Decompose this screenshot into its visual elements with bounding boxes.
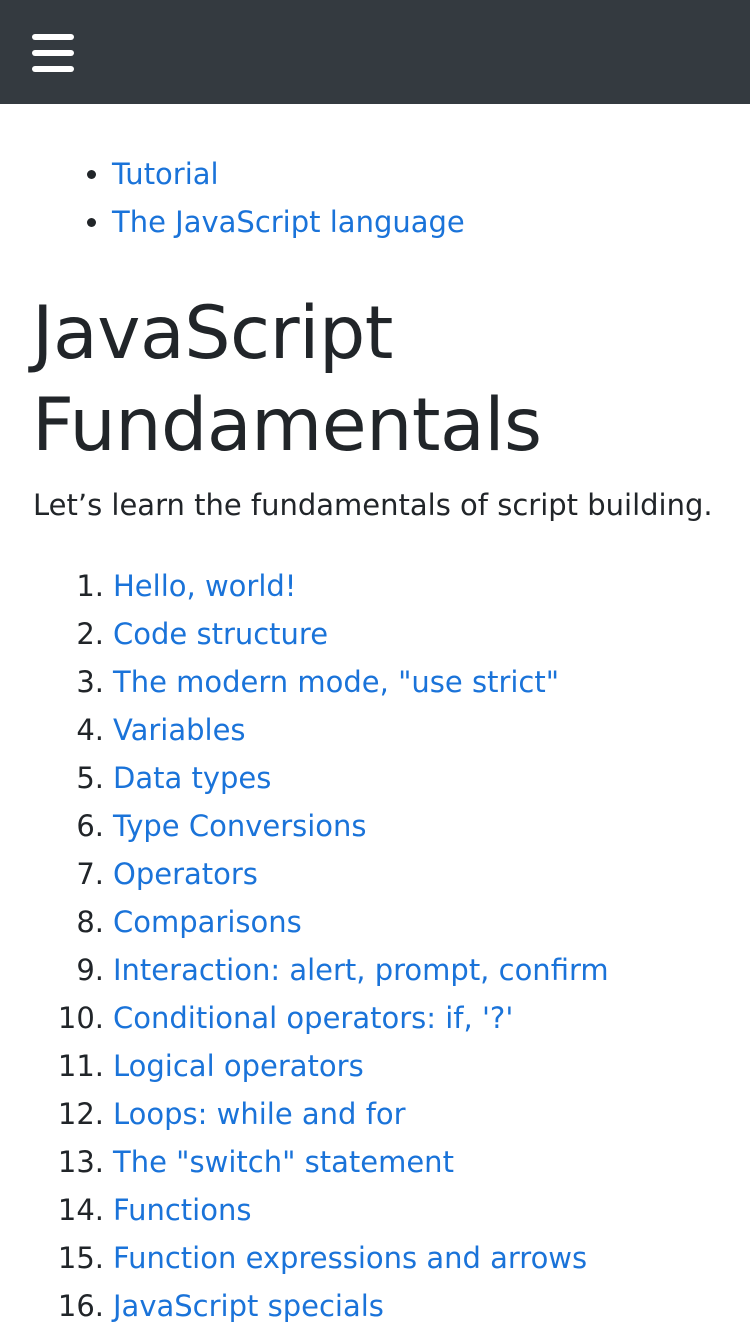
chapter-link[interactable]: Conditional operators: if, '?' [113, 997, 513, 1039]
list-number: 1. [76, 569, 104, 603]
menu-bar-line [32, 50, 74, 56]
list-number: 2. [76, 617, 104, 651]
list-number: 11. [57, 1049, 104, 1083]
breadcrumb-link-tutorial[interactable]: Tutorial [112, 157, 219, 191]
list-number: 7. [76, 857, 104, 891]
chapter-link[interactable]: The modern mode, "use strict" [113, 661, 559, 703]
chapter-link[interactable]: Loops: while and for [113, 1093, 406, 1135]
list-number: 8. [76, 905, 104, 939]
list-number: 15. [57, 1241, 104, 1275]
breadcrumb-link-javascript-language[interactable]: The JavaScript language [112, 205, 465, 239]
list-number: 10. [57, 1001, 104, 1035]
list-number: 3. [76, 665, 104, 699]
list-number: 5. [76, 761, 104, 795]
page-title-line: JavaScript [32, 291, 393, 376]
page-intro: Let’s learn the fundamentals of script b… [33, 488, 713, 522]
chapter-link[interactable]: Operators [113, 853, 258, 895]
menu-bar-line [32, 66, 74, 72]
top-navbar [0, 0, 750, 104]
list-number: 4. [76, 713, 104, 747]
page-title: JavaScript Fundamentals [32, 288, 542, 472]
list-number: 6. [76, 809, 104, 843]
breadcrumb-item: The JavaScript language [112, 198, 465, 246]
breadcrumb-item: Tutorial [112, 150, 465, 198]
chapter-link[interactable]: The "switch" statement [113, 1141, 454, 1183]
chapter-link[interactable]: Type Conversions [113, 805, 367, 847]
list-number: 13. [57, 1145, 104, 1179]
chapter-link[interactable]: Function expressions and arrows [113, 1237, 587, 1279]
chapter-link[interactable]: Variables [113, 709, 246, 751]
list-number: 14. [57, 1193, 104, 1227]
chapter-link[interactable]: Logical operators [113, 1045, 364, 1087]
list-number: 12. [57, 1097, 104, 1131]
chapter-link[interactable]: Functions [113, 1189, 251, 1231]
menu-bar-line [32, 34, 74, 40]
list-number: 9. [76, 953, 104, 987]
chapter-link[interactable]: Code structure [113, 613, 328, 655]
chapter-link[interactable]: JavaScript specials [113, 1285, 384, 1327]
page-title-line: Fundamentals [32, 383, 542, 468]
chapter-link[interactable]: Comparisons [113, 901, 302, 943]
breadcrumb: Tutorial The JavaScript language [112, 150, 465, 246]
hamburger-menu-icon[interactable] [28, 30, 78, 76]
chapter-link[interactable]: Hello, world! [113, 565, 296, 607]
chapter-link[interactable]: Data types [113, 757, 271, 799]
list-number: 16. [57, 1289, 104, 1323]
chapter-link[interactable]: Interaction: alert, prompt, confirm [113, 949, 609, 991]
